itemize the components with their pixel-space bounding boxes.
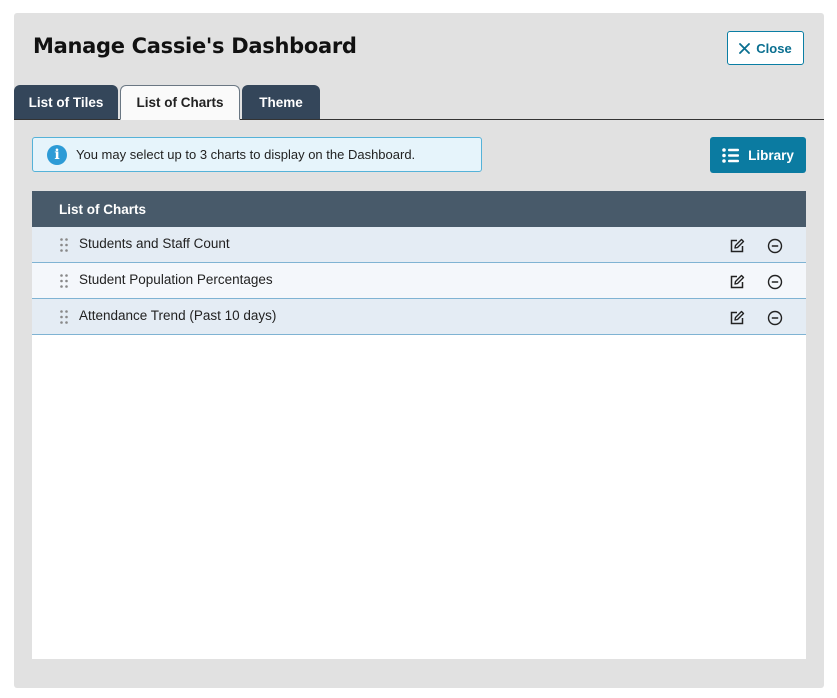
close-label: Close <box>756 40 792 56</box>
remove-icon[interactable] <box>767 274 783 290</box>
drag-handle-icon[interactable] <box>60 274 68 288</box>
tab-list-of-charts[interactable]: List of Charts <box>120 85 240 120</box>
library-button[interactable]: Library <box>710 137 806 173</box>
close-icon <box>739 42 751 54</box>
remove-icon[interactable] <box>767 310 783 326</box>
chart-row-label: Student Population Percentages <box>79 272 273 287</box>
info-message: You may select up to 3 charts to display… <box>76 147 416 162</box>
edit-icon[interactable] <box>729 274 745 290</box>
chart-row[interactable]: Students and Staff Count <box>32 227 806 263</box>
library-label: Library <box>748 147 794 163</box>
chart-row-label: Students and Staff Count <box>79 236 230 251</box>
remove-icon[interactable] <box>767 238 783 254</box>
chart-row-label: Attendance Trend (Past 10 days) <box>79 308 277 323</box>
close-button[interactable]: Close <box>727 31 804 65</box>
tab-theme[interactable]: Theme <box>242 85 320 119</box>
modal-title: Manage Cassie's Dashboard <box>33 34 357 58</box>
list-icon <box>722 147 740 163</box>
info-banner: i You may select up to 3 charts to displ… <box>32 137 482 172</box>
drag-handle-icon[interactable] <box>60 310 68 324</box>
info-icon: i <box>47 144 67 165</box>
charts-panel-header: List of Charts <box>32 191 806 227</box>
drag-handle-icon[interactable] <box>60 238 68 252</box>
charts-panel: List of Charts Students and Staff Count <box>32 191 806 659</box>
chart-row[interactable]: Attendance Trend (Past 10 days) <box>32 299 806 335</box>
manage-dashboard-modal: Manage Cassie's Dashboard Close List of … <box>14 13 824 688</box>
tab-bar: List of Tiles List of Charts Theme <box>14 85 824 120</box>
edit-icon[interactable] <box>729 238 745 254</box>
chart-row[interactable]: Student Population Percentages <box>32 263 806 299</box>
edit-icon[interactable] <box>729 310 745 326</box>
tab-list-of-tiles[interactable]: List of Tiles <box>14 85 118 119</box>
